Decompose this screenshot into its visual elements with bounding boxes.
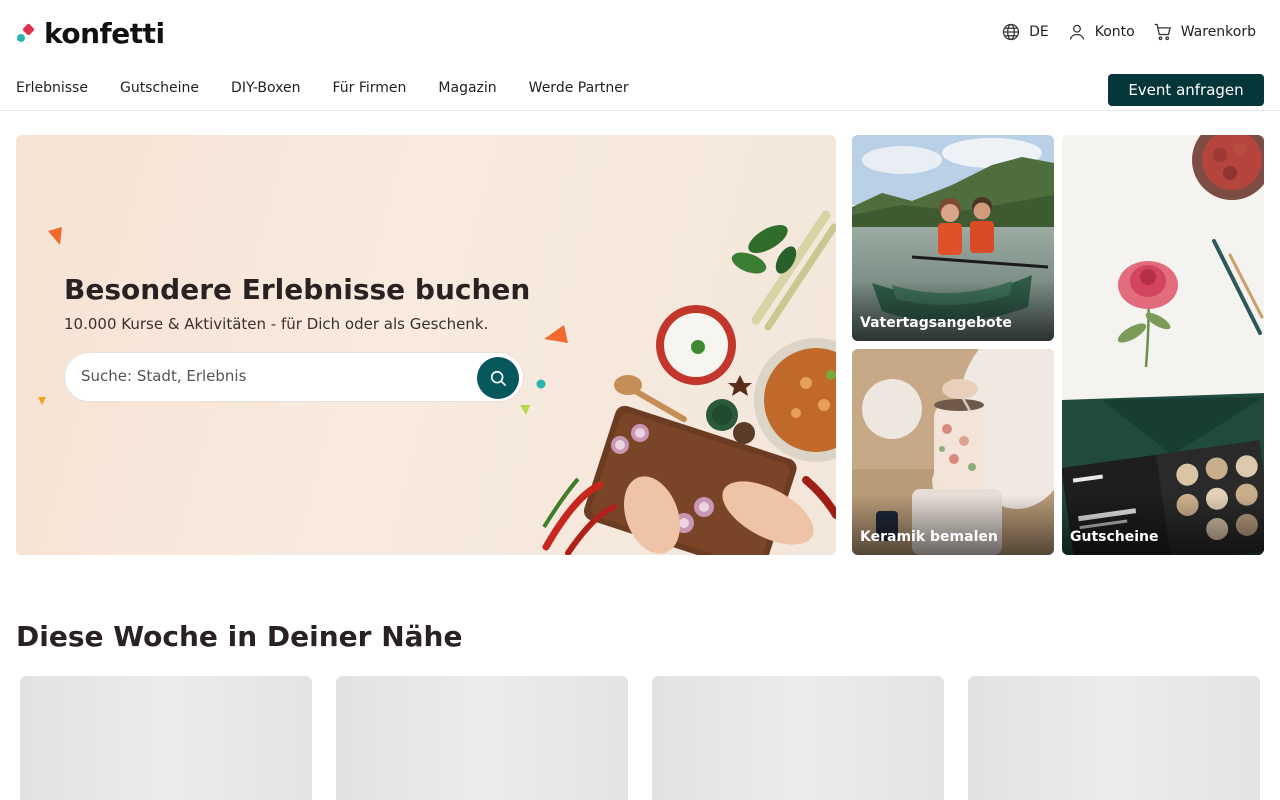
nav-item-diy-boxen[interactable]: DIY-Boxen — [231, 80, 300, 96]
hero-subtitle: 10.000 Kurse & Aktivitäten - für Dich od… — [64, 315, 489, 333]
hero-banner: Besondere Erlebnisse buchen 10.000 Kurse… — [16, 135, 836, 555]
nav-item-erlebnisse[interactable]: Erlebnisse — [16, 80, 88, 96]
event-request-button[interactable]: Event anfragen — [1108, 74, 1264, 106]
tile-keramik-bemalen[interactable]: Keramik bemalen — [852, 349, 1054, 555]
user-icon — [1069, 24, 1085, 40]
utility-nav: DE Konto Warenkorb — [1001, 22, 1256, 42]
nav-item-gutscheine[interactable]: Gutscheine — [120, 80, 199, 96]
nav-item-magazin[interactable]: Magazin — [438, 80, 496, 96]
tile-label: Vatertagsangebote — [860, 315, 1012, 331]
tile-label: Keramik bemalen — [860, 529, 998, 545]
logo-text: konfetti — [44, 17, 165, 50]
tile-gutscheine[interactable]: Gutscheine — [1062, 135, 1264, 555]
nav-item-fuer-firmen[interactable]: Für Firmen — [332, 80, 406, 96]
cart-link[interactable]: Warenkorb — [1153, 22, 1256, 42]
event-card-placeholder[interactable] — [20, 676, 312, 800]
search-button[interactable] — [477, 357, 519, 399]
logo[interactable]: konfetti — [16, 18, 165, 50]
tile-vatertagsangebote[interactable]: Vatertagsangebote — [852, 135, 1054, 341]
nav-item-werde-partner[interactable]: Werde Partner — [529, 80, 629, 96]
search-bar — [64, 352, 524, 402]
language-label: DE — [1029, 24, 1049, 40]
cart-label: Warenkorb — [1180, 24, 1256, 40]
event-card-placeholder[interactable] — [968, 676, 1260, 800]
header-divider — [0, 110, 1280, 111]
hero-food-illustration — [38, 210, 836, 555]
main-nav: Erlebnisse Gutscheine DIY-Boxen Für Firm… — [16, 80, 629, 96]
account-link[interactable]: Konto — [1067, 22, 1135, 42]
globe-icon — [1002, 23, 1020, 41]
voucher-photo — [1062, 135, 1264, 555]
hero-title: Besondere Erlebnisse buchen — [64, 273, 531, 306]
event-card-placeholder[interactable] — [336, 676, 628, 800]
account-label: Konto — [1094, 24, 1135, 40]
cart-icon — [1154, 23, 1171, 41]
search-input[interactable] — [81, 367, 461, 385]
logo-mark-icon — [16, 22, 38, 46]
section-title: Diese Woche in Deiner Nähe — [16, 620, 463, 653]
tile-label: Gutscheine — [1070, 529, 1159, 545]
search-icon — [490, 370, 506, 386]
event-card-placeholder[interactable] — [652, 676, 944, 800]
language-switcher[interactable]: DE — [1001, 22, 1049, 42]
top-bar: konfetti DE Konto Warenkorb — [0, 0, 1280, 70]
